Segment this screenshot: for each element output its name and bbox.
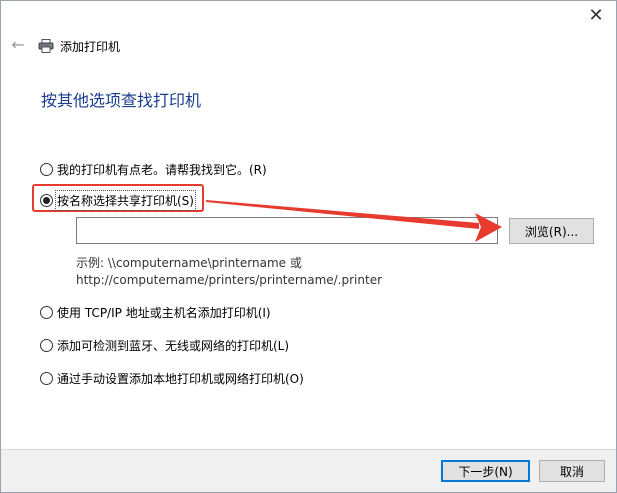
radio-bluetooth-wireless[interactable] <box>40 339 53 352</box>
option-tcpip-label: 使用 TCP/IP 地址或主机名添加打印机(I) <box>57 306 271 320</box>
option-tcpip[interactable]: 使用 TCP/IP 地址或主机名添加打印机(I) <box>40 304 271 321</box>
option-manual-local[interactable]: 通过手动设置添加本地打印机或网络打印机(O) <box>40 370 304 387</box>
option-bluetooth-wireless[interactable]: 添加可检测到蓝牙、无线或网络的打印机(L) <box>40 337 289 354</box>
radio-printer-old[interactable] <box>40 163 53 176</box>
radio-manual-local[interactable] <box>40 372 53 385</box>
option-bluetooth-wireless-label: 添加可检测到蓝牙、无线或网络的打印机(L) <box>57 339 290 353</box>
dialog-footer: 下一步(N) 取消 <box>1 449 616 492</box>
example-line-2: http://computername/printers/printername… <box>76 273 383 287</box>
shared-printer-name-input[interactable] <box>76 217 498 244</box>
option-select-shared-by-name-label: 按名称选择共享打印机(S) <box>55 190 196 211</box>
back-button[interactable]: ← <box>9 36 27 54</box>
close-button[interactable]: ✕ <box>582 3 610 27</box>
annotation-arrow <box>206 200 502 242</box>
page-heading: 按其他选项查找打印机 <box>41 91 202 110</box>
radio-select-shared-by-name[interactable] <box>40 194 53 207</box>
back-arrow-icon: ← <box>11 35 25 54</box>
printer-icon <box>38 39 54 53</box>
window-title: 添加打印机 <box>60 40 121 54</box>
option-select-shared-by-name[interactable]: 按名称选择共享打印机(S) <box>40 190 196 211</box>
add-printer-dialog: ✕ ← 添加打印机 按其他选项查找打印机 我的打印机有点老。请帮我找到它。(R)… <box>0 0 617 493</box>
radio-tcpip[interactable] <box>40 306 53 319</box>
next-button[interactable]: 下一步(N) <box>441 460 530 482</box>
cancel-button[interactable]: 取消 <box>539 460 605 482</box>
option-manual-local-label: 通过手动设置添加本地打印机或网络打印机(O) <box>57 372 304 386</box>
close-icon: ✕ <box>588 4 604 26</box>
browse-button[interactable]: 浏览(R)... <box>509 218 594 244</box>
option-printer-old[interactable]: 我的打印机有点老。请帮我找到它。(R) <box>40 161 267 178</box>
example-text: 示例: \\computername\printername 或 http://… <box>76 255 382 289</box>
example-line-1: 示例: \\computername\printername 或 <box>76 256 302 270</box>
option-printer-old-label: 我的打印机有点老。请帮我找到它。(R) <box>57 163 267 177</box>
